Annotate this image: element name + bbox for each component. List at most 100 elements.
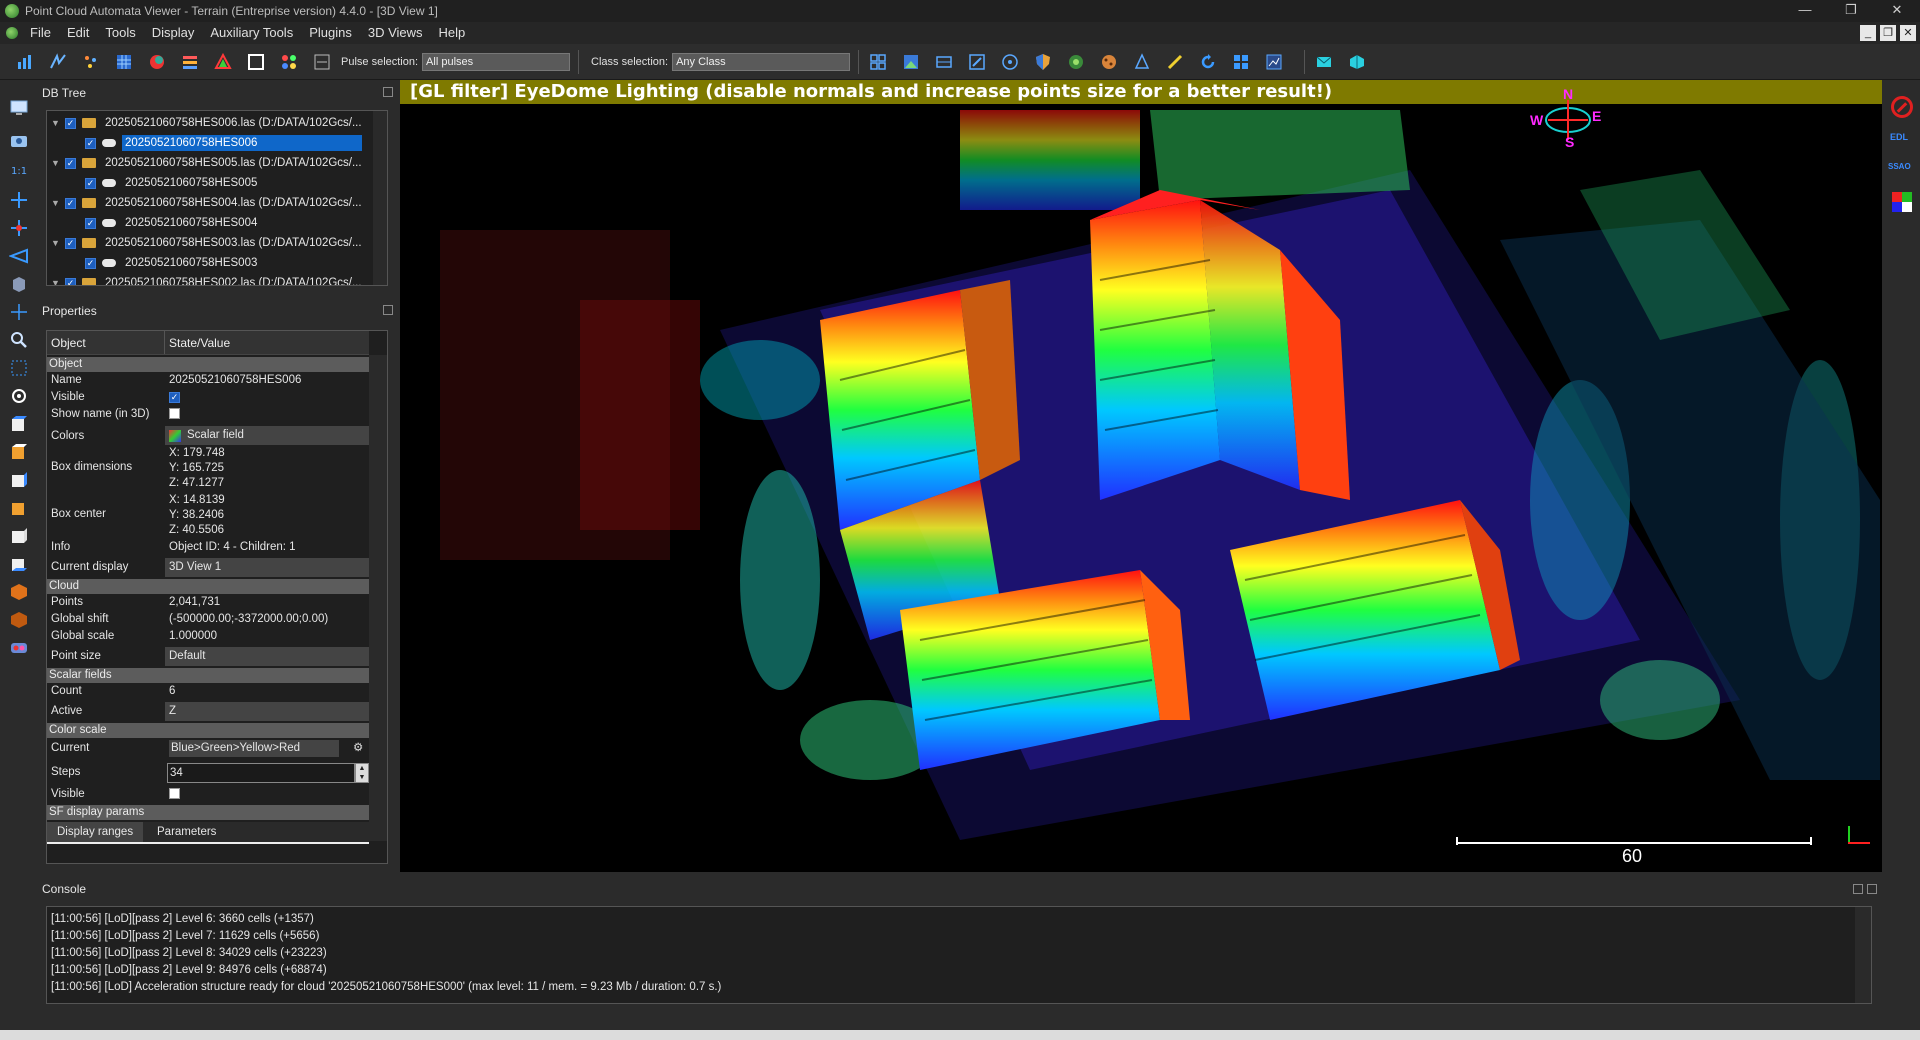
menu-auxiliary-tools[interactable]: Auxiliary Tools <box>202 22 301 44</box>
pencil-icon[interactable] <box>1164 51 1186 73</box>
section-icon[interactable] <box>933 51 955 73</box>
properties-scrollbar[interactable] <box>369 355 387 841</box>
tree-item[interactable]: ▼ ✓ 20250521060758HES006.las (D:/DATA/102G… <box>47 113 387 133</box>
menu-help[interactable]: Help <box>431 22 474 44</box>
front-view-icon[interactable] <box>7 412 31 436</box>
iso-view-2-icon[interactable] <box>7 608 31 632</box>
left-view-icon[interactable] <box>7 468 31 492</box>
tree-item[interactable]: ✓ 20250521060758HES005 <box>47 173 387 193</box>
steps-spinbox[interactable]: 34 <box>167 763 355 783</box>
square-icon[interactable] <box>245 51 267 73</box>
point-size-dropdown[interactable]: Default <box>165 647 369 666</box>
mdi-close-button[interactable]: ✕ <box>1900 25 1916 41</box>
zoom-fit-icon[interactable] <box>7 356 31 380</box>
image-icon[interactable] <box>900 51 922 73</box>
ssao-toggle[interactable]: SSAO <box>1888 162 1911 171</box>
tree-item[interactable]: ▼ ✓ 20250521060758HES003.las (D:/DATA/102G… <box>47 233 387 253</box>
windows-icon[interactable] <box>1230 51 1252 73</box>
menu-3d-views[interactable]: 3D Views <box>360 22 431 44</box>
refresh-icon[interactable] <box>1197 51 1219 73</box>
cube-icon[interactable] <box>1346 51 1368 73</box>
tree-item[interactable]: ✓ 20250521060758HES006 <box>47 133 387 153</box>
bottom-view-icon[interactable] <box>7 552 31 576</box>
menu-edit[interactable]: Edit <box>59 22 97 44</box>
console-close-button[interactable] <box>1867 884 1877 894</box>
edit-icon[interactable] <box>966 51 988 73</box>
menu-plugins[interactable]: Plugins <box>301 22 360 44</box>
grid-icon[interactable] <box>113 51 135 73</box>
close-button[interactable]: ✕ <box>1874 0 1920 22</box>
right-view-icon[interactable] <box>7 524 31 548</box>
top-view-icon[interactable] <box>7 440 31 464</box>
zoom-icon[interactable] <box>7 328 31 352</box>
current-display-dropdown[interactable]: 3D View 1 <box>165 558 369 577</box>
iso-view-1-icon[interactable] <box>7 580 31 604</box>
shield-icon[interactable] <box>1032 51 1054 73</box>
gear-icon[interactable]: ⚙ <box>353 740 363 757</box>
edl-toggle[interactable]: EDL <box>1890 132 1908 142</box>
compass-widget[interactable]: N E S W <box>1520 86 1601 156</box>
box-view-icon[interactable] <box>7 272 31 296</box>
perspective-icon[interactable] <box>7 244 31 268</box>
properties-float-button[interactable] <box>383 305 393 315</box>
back-view-icon[interactable] <box>7 496 31 520</box>
app-menu-icon[interactable] <box>6 27 18 39</box>
tree-item[interactable]: ▼ ✓ 20250521060758HES002.las (D:/DATA/102G… <box>47 273 387 285</box>
prop-name-value[interactable]: 20250521060758HES006 <box>165 374 369 386</box>
db-tree-scrollbar[interactable] <box>373 111 387 285</box>
tab-display-ranges[interactable]: Display ranges <box>47 822 144 842</box>
restore-button[interactable]: ❐ <box>1828 0 1874 22</box>
color-scale-dropdown[interactable]: Blue>Green>Yellow>Red <box>169 740 339 757</box>
menu-display[interactable]: Display <box>144 22 203 44</box>
scale-1to1-icon[interactable]: 1:1 <box>7 158 31 182</box>
section-object: Object <box>47 357 369 372</box>
mdi-restore-button[interactable]: ❐ <box>1880 25 1896 41</box>
steps-stepper[interactable]: ▲ ▼ <box>355 763 369 783</box>
tab-parameters[interactable]: Parameters <box>147 822 226 842</box>
menu-tools[interactable]: Tools <box>97 22 143 44</box>
stereo-icon[interactable] <box>7 636 31 660</box>
tree-item[interactable]: ▼ ✓ 20250521060758HES004.las (D:/DATA/102G… <box>47 193 387 213</box>
visible-checkbox[interactable]: ✓ <box>169 392 180 403</box>
tree-item[interactable]: ✓ 20250521060758HES004 <box>47 213 387 233</box>
mdi-minimize-button[interactable]: _ <box>1860 25 1876 41</box>
points-icon[interactable] <box>80 51 102 73</box>
tree-icon[interactable] <box>1131 51 1153 73</box>
axis-icon[interactable] <box>7 300 31 324</box>
rotate-icon[interactable] <box>7 384 31 408</box>
db-tree-title: DB Tree <box>42 86 87 100</box>
minimize-button[interactable]: — <box>1782 0 1828 22</box>
pulse-filter-icon[interactable] <box>311 51 333 73</box>
crosshair-icon[interactable] <box>7 188 31 212</box>
camera-icon[interactable] <box>7 128 31 152</box>
pivot-icon[interactable] <box>7 216 31 240</box>
rgb-filter-icon[interactable] <box>1892 192 1916 216</box>
active-sf-dropdown[interactable]: Z <box>165 702 369 721</box>
cookie-icon[interactable] <box>1098 51 1120 73</box>
stop-icon[interactable] <box>1891 96 1913 118</box>
classify-icon[interactable] <box>47 51 69 73</box>
color-sphere-icon[interactable] <box>146 51 168 73</box>
3d-viewport[interactable]: [GL filter] EyeDome Lighting (disable no… <box>400 80 1882 872</box>
db-tree-float-button[interactable] <box>383 87 393 97</box>
globe-icon[interactable] <box>1065 51 1087 73</box>
scale-visible-checkbox[interactable] <box>169 788 180 799</box>
palette-icon[interactable] <box>278 51 300 73</box>
console-float-button[interactable] <box>1853 884 1863 894</box>
tile-view-icon[interactable] <box>867 51 889 73</box>
bar-chart-icon[interactable] <box>14 51 36 73</box>
rainbow-icon[interactable] <box>212 51 234 73</box>
layers-icon[interactable] <box>179 51 201 73</box>
pulse-selection-dropdown[interactable]: All pulses <box>422 52 571 71</box>
tree-item[interactable]: ✓ 20250521060758HES003 <box>47 253 387 273</box>
console-scrollbar[interactable] <box>1855 907 1871 1003</box>
envelope-icon[interactable] <box>1313 51 1335 73</box>
show-name-checkbox[interactable] <box>169 408 180 419</box>
screen-icon[interactable] <box>7 96 31 120</box>
menu-file[interactable]: File <box>22 22 59 44</box>
colors-dropdown[interactable]: Scalar field <box>165 426 369 445</box>
class-selection-dropdown[interactable]: Any Class <box>672 52 851 71</box>
chart-window-icon[interactable] <box>1263 51 1285 73</box>
target-icon[interactable] <box>999 51 1021 73</box>
tree-item[interactable]: ▼ ✓ 20250521060758HES005.las (D:/DATA/102G… <box>47 153 387 173</box>
